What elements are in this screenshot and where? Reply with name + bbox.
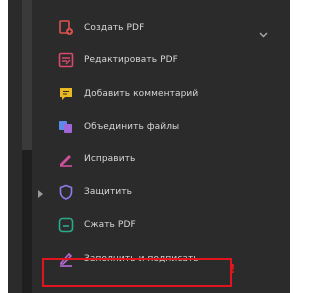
menu-item-add-comment[interactable]: Добавить комментарий [58,80,290,108]
comment-icon [58,86,74,102]
combine-files-icon [58,119,74,135]
menu-item-label: Объединить файлы [84,122,180,132]
tools-panel: Создать PDF Редактировать PDF Добавить к… [8,0,290,293]
chevron-down-icon[interactable] [259,23,268,42]
menu-item-create-pdf[interactable]: Создать PDF [58,14,290,42]
menu-item-label: Создать PDF [84,23,145,33]
menu-item-label: Добавить комментарий [84,89,199,99]
highlight-box [42,258,232,287]
annotation-mark: ! [230,262,236,276]
scrollbar-thumb[interactable] [22,0,32,150]
menu-item-label: Исправить [84,154,136,164]
menu-item-combine-files[interactable]: Объединить файлы [58,113,290,141]
redact-icon [58,151,74,167]
edit-pdf-icon [58,52,74,68]
menu-item-compress-pdf[interactable]: Сжать PDF [58,211,290,239]
menu-item-protect[interactable]: Защитить [58,178,290,206]
menu-item-label: Сжать PDF [84,220,136,230]
scrollbar[interactable] [22,0,32,293]
menu-item-label: Защитить [84,187,133,197]
protect-icon [58,184,74,200]
expand-arrow-icon[interactable] [38,190,43,198]
menu-item-label: Редактировать PDF [84,55,178,65]
create-pdf-icon [58,20,74,36]
compress-pdf-icon [58,217,74,233]
menu-item-redact[interactable]: Исправить [58,145,290,173]
menu-item-edit-pdf[interactable]: Редактировать PDF [58,46,290,74]
